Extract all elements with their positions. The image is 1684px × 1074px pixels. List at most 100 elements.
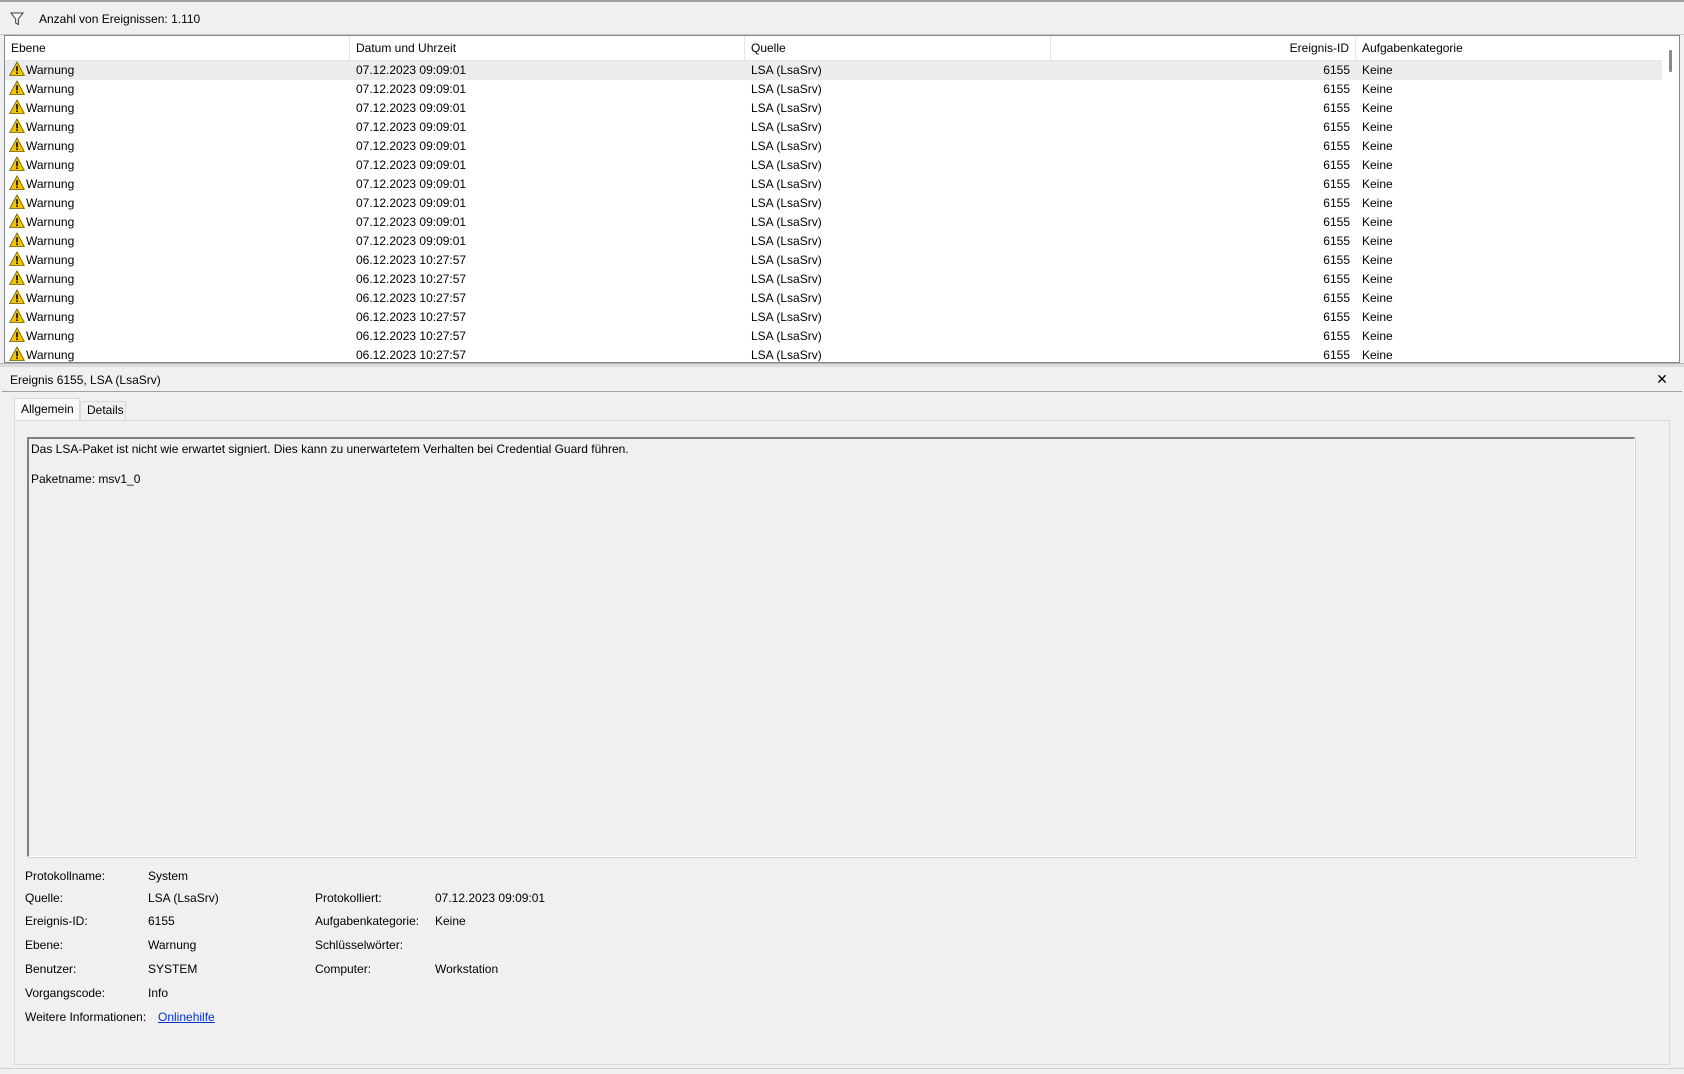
column-header-level[interactable]: Ebene	[5, 36, 350, 61]
column-header-source[interactable]: Quelle	[745, 36, 1051, 61]
table-row[interactable]: Warnung 06.12.2023 10:27:57 LSA (LsaSrv) 61…	[5, 327, 1663, 346]
table-row[interactable]: Warnung 07.12.2023 09:09:01 LSA (LsaSrv) 61…	[5, 118, 1663, 137]
warning-triangle-icon	[9, 308, 25, 323]
value-ereignis-id[interactable]: 6155	[148, 914, 175, 928]
cell-source: LSA (LsaSrv)	[751, 82, 822, 96]
event-count-text: Anzahl von Ereignissen: 1.110	[39, 12, 201, 26]
close-icon[interactable]: ✕	[1654, 371, 1670, 387]
cell-level: Warnung	[5, 99, 350, 118]
cell-source: LSA (LsaSrv)	[751, 139, 822, 153]
table-row[interactable]: Warnung 06.12.2023 10:27:57 LSA (LsaSrv) 61…	[5, 308, 1663, 327]
event-message-box[interactable]: Das LSA-Paket ist nicht wie erwartet sig…	[27, 437, 1635, 857]
column-header-datetime[interactable]: Datum und Uhrzeit	[350, 36, 745, 61]
cell-datetime: 07.12.2023 09:09:01	[356, 158, 467, 172]
level-text: Warnung	[26, 234, 75, 248]
value-aufgabenkategorie[interactable]: Keine	[435, 914, 466, 928]
level-text: Warnung	[26, 310, 75, 324]
warning-triangle-icon	[9, 194, 25, 209]
cell-event-id: 6155	[1323, 177, 1350, 191]
table-row[interactable]: Warnung 07.12.2023 09:09:01 LSA (LsaSrv) 61…	[5, 99, 1663, 118]
value-quelle[interactable]: LSA (LsaSrv)	[148, 891, 219, 905]
value-vorgangscode[interactable]: Info	[148, 986, 168, 1000]
warning-triangle-icon	[9, 289, 25, 304]
tab-details[interactable]: Details	[80, 401, 126, 420]
label-quelle: Quelle:	[25, 891, 64, 905]
cell-event-id: 6155	[1323, 272, 1350, 286]
cell-event-id: 6155	[1323, 158, 1350, 172]
table-row[interactable]: Warnung 06.12.2023 10:27:57 LSA (LsaSrv) 61…	[5, 289, 1663, 308]
table-row[interactable]: Warnung 06.12.2023 10:27:57 LSA (LsaSrv) 61…	[5, 251, 1663, 270]
table-row[interactable]: Warnung 06.12.2023 10:27:57 LSA (LsaSrv) 61…	[5, 270, 1663, 289]
online-help-link[interactable]: Onlinehilfe	[158, 1010, 215, 1024]
cell-source: LSA (LsaSrv)	[751, 158, 822, 172]
window-bottom-border	[0, 1068, 1684, 1074]
cell-source: LSA (LsaSrv)	[751, 272, 822, 286]
table-row[interactable]: Warnung 07.12.2023 09:09:01 LSA (LsaSrv) 61…	[5, 80, 1663, 99]
value-protokollname[interactable]: System	[148, 869, 188, 883]
table-row[interactable]: Warnung 07.12.2023 09:09:01 LSA (LsaSrv) 61…	[5, 194, 1663, 213]
level-text: Warnung	[26, 82, 75, 96]
event-message-package: Paketname: msv1_0	[31, 472, 141, 486]
pane-splitter[interactable]	[0, 363, 1684, 367]
value-ebene[interactable]: Warnung	[148, 938, 196, 952]
scrollbar-thumb[interactable]	[1669, 50, 1672, 72]
level-text: Warnung	[26, 329, 75, 343]
level-text: Warnung	[26, 291, 75, 305]
cell-event-id: 6155	[1323, 101, 1350, 115]
cell-level: Warnung	[5, 270, 350, 289]
table-row[interactable]: Warnung 07.12.2023 09:09:01 LSA (LsaSrv) 61…	[5, 156, 1663, 175]
level-text: Warnung	[26, 139, 75, 153]
cell-source: LSA (LsaSrv)	[751, 291, 822, 305]
cell-level: Warnung	[5, 213, 350, 232]
warning-triangle-icon	[9, 213, 25, 228]
value-computer[interactable]: Workstation	[435, 962, 498, 976]
label-ebene: Ebene:	[25, 938, 64, 952]
warning-triangle-icon	[9, 175, 25, 190]
column-header-task-category[interactable]: Aufgabenkategorie	[1356, 36, 1663, 61]
level-text: Warnung	[26, 272, 75, 286]
table-row[interactable]: Warnung 07.12.2023 09:09:01 LSA (LsaSrv) 61…	[5, 213, 1663, 232]
table-row[interactable]: Warnung 07.12.2023 09:09:01 LSA (LsaSrv) 61…	[5, 61, 1663, 80]
cell-source: LSA (LsaSrv)	[751, 234, 822, 248]
cell-level: Warnung	[5, 289, 350, 308]
event-list[interactable]: Ebene Datum und Uhrzeit Quelle Ereignis-…	[4, 35, 1680, 363]
event-properties: Protokollname: System Quelle: LSA (LsaSr…	[25, 869, 1225, 1069]
cell-event-id: 6155	[1323, 196, 1350, 210]
event-list-scrollbar[interactable]	[1662, 36, 1679, 362]
tab-allgemein[interactable]: Allgemein	[14, 398, 80, 420]
cell-source: LSA (LsaSrv)	[751, 215, 822, 229]
value-benutzer[interactable]: SYSTEM	[148, 962, 197, 976]
level-text: Warnung	[26, 215, 75, 229]
label-protokolliert: Protokolliert:	[315, 891, 382, 905]
level-text: Warnung	[26, 253, 75, 267]
table-row[interactable]: Warnung 07.12.2023 09:09:01 LSA (LsaSrv) 61…	[5, 137, 1663, 156]
cell-source: LSA (LsaSrv)	[751, 177, 822, 191]
cell-source: LSA (LsaSrv)	[751, 310, 822, 324]
cell-task-category: Keine	[1362, 291, 1393, 305]
cell-event-id: 6155	[1323, 253, 1350, 267]
cell-event-id: 6155	[1323, 291, 1350, 305]
warning-triangle-icon	[9, 137, 25, 152]
tab-panel-allgemein: Das LSA-Paket ist nicht wie erwartet sig…	[14, 420, 1670, 1065]
cell-level: Warnung	[5, 346, 350, 362]
table-row[interactable]: Warnung 07.12.2023 09:09:01 LSA (LsaSrv) 61…	[5, 232, 1663, 251]
cell-task-category: Keine	[1362, 329, 1393, 343]
table-row[interactable]: Warnung 06.12.2023 10:27:57 LSA (LsaSrv) 61…	[5, 346, 1663, 362]
cell-task-category: Keine	[1362, 82, 1393, 96]
column-header-event-id[interactable]: Ereignis-ID	[1051, 36, 1356, 61]
cell-source: LSA (LsaSrv)	[751, 196, 822, 210]
funnel-icon[interactable]	[10, 12, 24, 26]
warning-triangle-icon	[9, 156, 25, 171]
table-row[interactable]: Warnung 07.12.2023 09:09:01 LSA (LsaSrv) 61…	[5, 175, 1663, 194]
cell-event-id: 6155	[1323, 82, 1350, 96]
value-protokolliert[interactable]: 07.12.2023 09:09:01	[435, 891, 545, 905]
level-text: Warnung	[26, 63, 75, 77]
cell-level: Warnung	[5, 194, 350, 213]
cell-datetime: 07.12.2023 09:09:01	[356, 215, 467, 229]
cell-level: Warnung	[5, 327, 350, 346]
warning-triangle-icon	[9, 118, 25, 133]
event-list-header: Ebene Datum und Uhrzeit Quelle Ereignis-…	[5, 36, 1663, 61]
cell-datetime: 07.12.2023 09:09:01	[356, 139, 467, 153]
warning-triangle-icon	[9, 346, 25, 361]
cell-level: Warnung	[5, 156, 350, 175]
